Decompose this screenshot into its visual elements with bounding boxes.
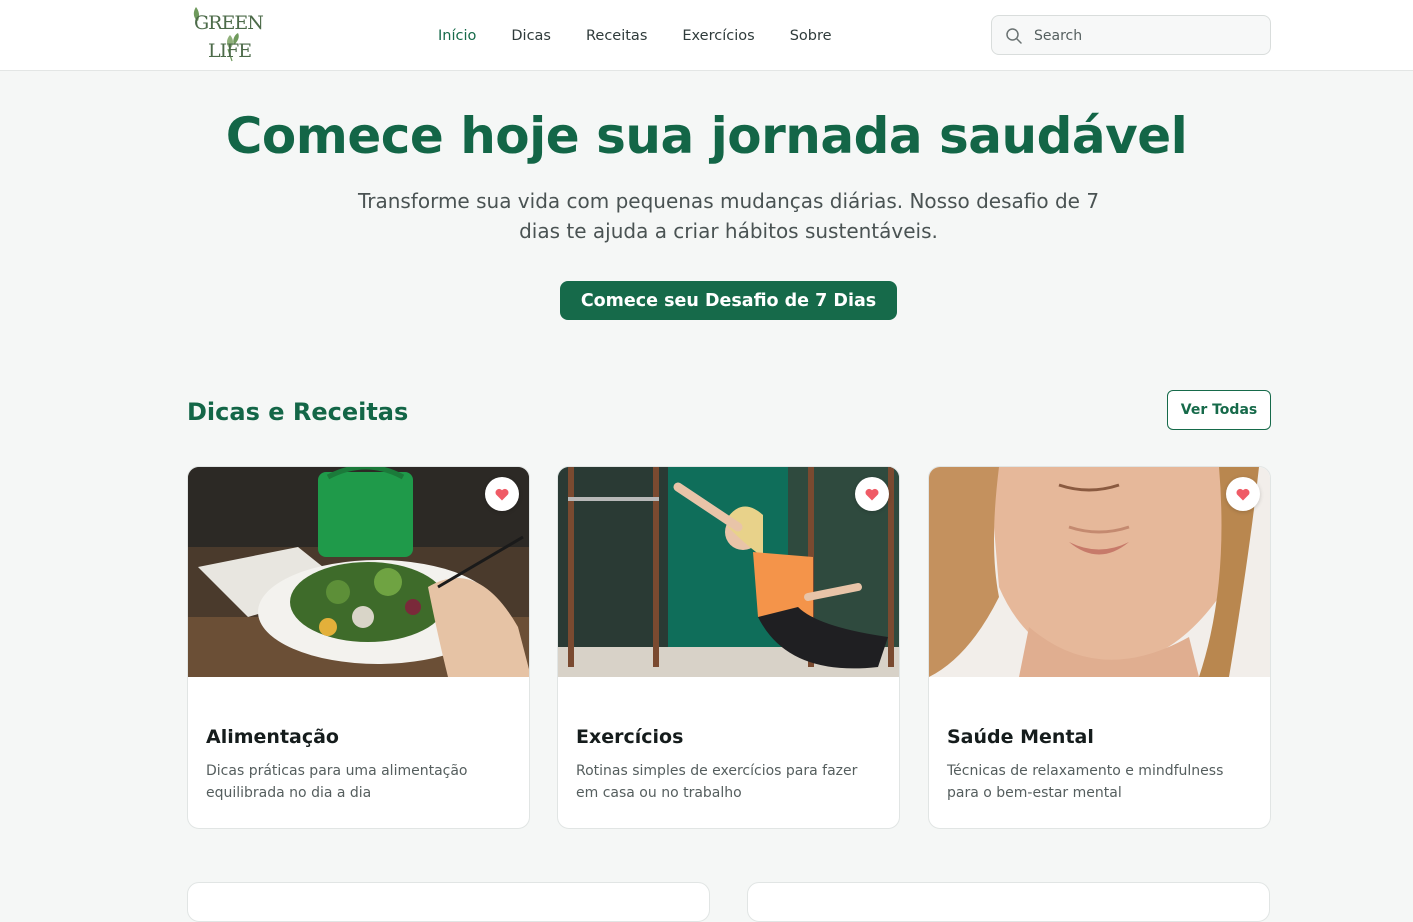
logo-text-line2: LIFE [208, 40, 252, 62]
card-description: Dicas práticas para uma alimentação equi… [206, 763, 468, 801]
favorite-button[interactable] [855, 477, 889, 511]
hero-title: Comece hoje sua jornada saudável [225, 107, 1188, 165]
nav-item-exercicios[interactable]: Exercícios [682, 26, 754, 46]
card-exercicios[interactable]: Exercícios Rotinas simples de exercícios… [557, 466, 900, 829]
nav-item-inicio[interactable]: Início [438, 26, 476, 46]
card-image-relaxing-face [929, 467, 1270, 677]
next-card[interactable] [187, 882, 710, 922]
search-input[interactable] [1034, 24, 1259, 48]
section-title: Dicas e Receitas [187, 398, 409, 426]
view-all-button[interactable]: Ver Todas [1167, 390, 1271, 430]
card-image-exercise [558, 467, 899, 677]
brand-logo[interactable]: GREEN LIFE [188, 5, 264, 63]
heart-icon [865, 488, 879, 500]
hero-subtitle: Transforme sua vida com pequenas mudança… [357, 189, 1100, 243]
favorite-button[interactable] [1226, 477, 1260, 511]
card-title: Saúde Mental [947, 726, 1094, 748]
card-image-salad [188, 467, 529, 677]
nav-item-receitas[interactable]: Receitas [586, 26, 647, 46]
nav-item-dicas[interactable]: Dicas [511, 26, 551, 46]
nav-item-sobre[interactable]: Sobre [790, 26, 832, 46]
card-description: Rotinas simples de exercícios para fazer… [576, 763, 858, 801]
heart-icon [495, 488, 509, 500]
search-box [991, 15, 1271, 55]
card-title: Alimentação [206, 726, 339, 748]
main-nav: Início Dicas Receitas Exercícios Sobre [438, 26, 867, 46]
heart-icon [1236, 488, 1250, 500]
card-alimentacao[interactable]: Alimentação Dicas práticas para uma alim… [187, 466, 530, 829]
card-saude-mental[interactable]: Saúde Mental Técnicas de relaxamento e m… [928, 466, 1271, 829]
favorite-button[interactable] [485, 477, 519, 511]
search-icon [1006, 28, 1022, 44]
next-card[interactable] [747, 882, 1270, 922]
card-description: Técnicas de relaxamento e mindfulness pa… [947, 763, 1224, 801]
card-title: Exercícios [576, 726, 684, 748]
logo-text-line1: GREEN [194, 12, 264, 34]
start-challenge-button[interactable]: Comece seu Desafio de 7 Dias [560, 281, 897, 320]
site-header: GREEN LIFE Início Dicas Receitas Exercíc… [0, 0, 1413, 71]
